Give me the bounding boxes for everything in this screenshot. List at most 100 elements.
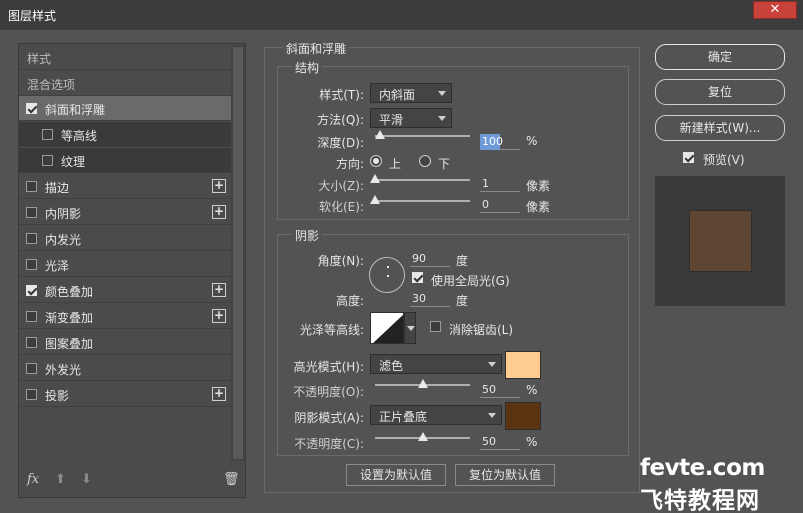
style-list-label: 颜色叠加 xyxy=(45,285,94,299)
contour-curve-icon xyxy=(373,314,403,343)
angle-unit: 度 xyxy=(456,254,469,268)
highlight-opacity-field[interactable]: 50 xyxy=(480,382,520,398)
style-list-item[interactable]: 光泽 xyxy=(19,252,231,277)
depth-label: 深度(D): xyxy=(317,136,364,150)
depth-slider[interactable] xyxy=(374,130,470,139)
shadow-opacity-thumb[interactable] xyxy=(417,432,428,441)
style-list-item[interactable]: 描边 + xyxy=(19,174,231,199)
shadow-mode-dropdown[interactable]: 正片叠底 xyxy=(370,405,502,425)
move-up-icon[interactable]: ⬆ xyxy=(55,472,66,487)
direction-up-label[interactable]: 上 xyxy=(389,155,401,172)
antialias-checkbox[interactable] xyxy=(430,321,441,332)
angle-dial[interactable] xyxy=(369,257,405,293)
reset-default-button[interactable]: 复位为默认值 xyxy=(455,464,555,486)
move-down-icon[interactable]: ⬇ xyxy=(81,472,92,487)
style-checkbox[interactable] xyxy=(26,311,37,322)
highlight-opacity-thumb[interactable] xyxy=(417,379,428,388)
reset-button[interactable]: 复位 xyxy=(655,79,785,105)
soften-slider[interactable] xyxy=(370,195,470,204)
trash-icon[interactable]: 🗑 xyxy=(223,472,240,487)
style-list-item[interactable]: 内阴影 + xyxy=(19,200,231,225)
window-title: 图层样式 xyxy=(8,9,57,23)
new-style-button[interactable]: 新建样式(W)... xyxy=(655,115,785,141)
style-checkbox[interactable] xyxy=(26,181,37,192)
size-slider[interactable] xyxy=(370,174,470,183)
size-label: 大小(Z): xyxy=(318,179,364,193)
add-effect-icon[interactable]: + xyxy=(212,205,226,219)
style-list-label: 描边 xyxy=(45,181,70,195)
highlight-mode-dropdown[interactable]: 滤色 xyxy=(370,354,502,374)
highlight-opacity-slider[interactable] xyxy=(375,379,470,388)
direction-down-label[interactable]: 下 xyxy=(438,155,450,172)
shadow-opacity-slider[interactable] xyxy=(375,432,470,441)
antialias-label[interactable]: 消除锯齿(L) xyxy=(449,321,513,338)
chevron-down-icon xyxy=(438,91,446,96)
style-list-item[interactable]: 等高线 xyxy=(19,122,231,147)
add-effect-icon[interactable]: + xyxy=(212,283,226,297)
gloss-contour-picker[interactable] xyxy=(370,312,404,344)
style-list-label: 纹理 xyxy=(61,155,86,169)
add-effect-icon[interactable]: + xyxy=(212,179,226,193)
global-light-checkbox[interactable] xyxy=(412,272,423,283)
depth-slider-thumb[interactable] xyxy=(374,130,385,139)
style-checkbox[interactable] xyxy=(26,285,37,296)
shadow-mode-label: 阴影模式(A): xyxy=(294,411,364,425)
style-checkbox[interactable] xyxy=(42,129,53,140)
chevron-down-icon xyxy=(438,116,446,121)
scrollbar-thumb[interactable] xyxy=(233,47,243,459)
style-list-item[interactable]: 投影 + xyxy=(19,382,231,407)
shadow-opacity-field[interactable]: 50 xyxy=(480,434,520,450)
method-dropdown[interactable]: 平滑 xyxy=(370,108,452,128)
altitude-field[interactable]: 30 xyxy=(410,291,450,307)
direction-down-radio[interactable] xyxy=(419,155,431,167)
fx-icon[interactable]: fx xyxy=(27,472,39,487)
style-list-label: 等高线 xyxy=(61,129,98,143)
bevel-style-dropdown[interactable]: 内斜面 xyxy=(370,83,452,103)
style-list-item[interactable]: 内发光 xyxy=(19,226,231,251)
global-light-label[interactable]: 使用全局光(G) xyxy=(431,272,510,289)
size-slider-thumb[interactable] xyxy=(370,174,380,183)
style-checkbox[interactable] xyxy=(26,103,37,114)
depth-field[interactable]: 100 xyxy=(480,134,520,150)
direction-up-radio[interactable] xyxy=(370,155,382,167)
style-list-item[interactable]: 渐变叠加 + xyxy=(19,304,231,329)
style-list-item[interactable]: 颜色叠加 + xyxy=(19,278,231,303)
style-list-item[interactable]: 斜面和浮雕 xyxy=(19,96,231,121)
soften-unit: 像素 xyxy=(526,200,551,214)
style-list-item[interactable]: 样式 xyxy=(19,45,231,70)
add-effect-icon[interactable]: + xyxy=(212,309,226,323)
ok-button[interactable]: 确定 xyxy=(655,44,785,70)
style-checkbox[interactable] xyxy=(26,363,37,374)
contour-dropdown[interactable] xyxy=(404,312,416,344)
soften-slider-thumb[interactable] xyxy=(370,195,380,204)
style-list-label: 斜面和浮雕 xyxy=(45,103,106,117)
shadow-color-swatch[interactable] xyxy=(505,402,541,430)
watermark-sitename: 飞特教程网 xyxy=(640,488,760,513)
angle-field[interactable]: 90 xyxy=(410,251,450,267)
highlight-color-swatch[interactable] xyxy=(505,351,541,379)
preview-label[interactable]: 预览(V) xyxy=(703,151,745,168)
style-checkbox[interactable] xyxy=(26,259,37,270)
soften-field[interactable]: 0 xyxy=(480,197,520,213)
size-field[interactable]: 1 xyxy=(480,176,520,192)
style-checkbox[interactable] xyxy=(42,155,53,166)
style-checkbox[interactable] xyxy=(26,207,37,218)
bevel-style-value: 内斜面 xyxy=(379,88,416,102)
style-checkbox[interactable] xyxy=(26,389,37,400)
depth-value[interactable]: 100 xyxy=(480,134,503,150)
shadow-mode-value: 正片叠底 xyxy=(379,410,428,424)
add-effect-icon[interactable]: + xyxy=(212,387,226,401)
style-checkbox[interactable] xyxy=(26,337,37,348)
shading-title: 阴影 xyxy=(292,227,323,244)
preview-checkbox[interactable] xyxy=(683,152,694,163)
style-list-scrollbar[interactable] xyxy=(231,45,245,461)
style-checkbox[interactable] xyxy=(26,233,37,244)
style-list-label: 渐变叠加 xyxy=(45,311,94,325)
style-list-item[interactable]: 混合选项 xyxy=(19,71,231,96)
style-list-item[interactable]: 纹理 xyxy=(19,148,231,173)
make-default-button[interactable]: 设置为默认值 xyxy=(346,464,446,486)
watermark-logo: fevte.com 飞特教程网 xyxy=(640,455,800,513)
style-list-item[interactable]: 图案叠加 xyxy=(19,330,231,355)
style-list-item[interactable]: 外发光 xyxy=(19,356,231,381)
close-button[interactable]: ✕ xyxy=(753,1,797,19)
